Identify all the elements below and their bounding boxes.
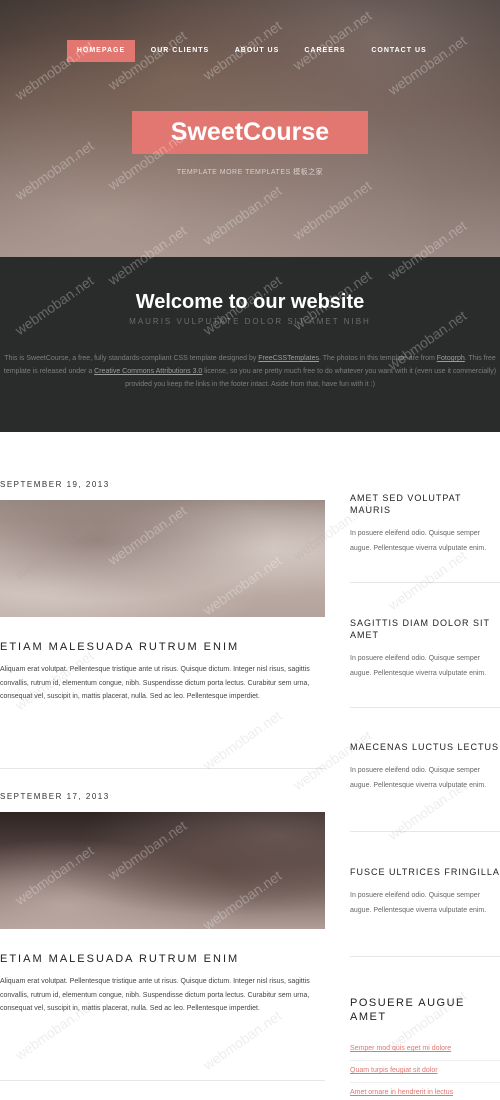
watermark-text: webmoban.net bbox=[385, 547, 470, 614]
post-title[interactable]: ETIAM MALESUADA RUTRUM ENIM bbox=[0, 953, 325, 965]
nav-item-contact-us[interactable]: CONTACT US bbox=[363, 40, 435, 62]
sidebar-item-title[interactable]: SAGITTIS DIAM DOLOR SIT AMET bbox=[350, 617, 500, 641]
post-divider bbox=[0, 768, 325, 769]
nav-item-about-us[interactable]: ABOUT US bbox=[226, 40, 288, 62]
sidebar-link[interactable]: Quam turpis feugiat sit dolor bbox=[350, 1067, 500, 1074]
sidebar-item-title[interactable]: MAECENAS LUCTUS LECTUS bbox=[350, 741, 500, 753]
sidebar-link[interactable]: Semper mod quis eget mi dolore bbox=[350, 1045, 500, 1052]
sidebar-item-title[interactable]: FUSCE ULTRICES FRINGILLA bbox=[350, 866, 500, 878]
welcome-text: This is SweetCourse, a free, fully stand… bbox=[0, 352, 500, 391]
sidebar-links-title: POSUERE AUGUE AMET bbox=[350, 997, 465, 1023]
post-image[interactable] bbox=[0, 500, 325, 617]
fotogrph-link[interactable]: Fotogrph bbox=[437, 355, 465, 362]
sidebar-divider bbox=[350, 707, 500, 708]
sidebar-link-divider bbox=[350, 1082, 500, 1083]
welcome-text-part: . The photos in this template are from bbox=[318, 355, 437, 362]
welcome-title: Welcome to our website bbox=[135, 291, 365, 313]
post-body: Aliquam erat volutpat. Pellentesque tris… bbox=[0, 978, 310, 1012]
blog-post: SEPTEMBER 19, 2013 ETIAM MALESUADA RUTRU… bbox=[0, 480, 325, 704]
sidebar-item-text: In posuere eleifend odio. Quisque semper… bbox=[350, 767, 487, 789]
sidebar-link[interactable]: Amet ornare in hendrerit in lectus bbox=[350, 1089, 500, 1096]
sidebar-divider bbox=[350, 956, 500, 957]
sidebar-item: FUSCE ULTRICES FRINGILLA In posuere elei… bbox=[350, 866, 500, 918]
welcome-text-part: , a free, fully standards-compliant CSS … bbox=[68, 355, 259, 362]
post-date: SEPTEMBER 17, 2013 bbox=[0, 792, 110, 801]
sidebar-divider bbox=[350, 831, 500, 832]
site-logo[interactable]: SweetCourse bbox=[132, 111, 368, 154]
main-nav: HOMEPAGE OUR CLIENTS ABOUT US CAREERS CO… bbox=[0, 40, 500, 62]
post-title[interactable]: ETIAM MALESUADA RUTRUM ENIM bbox=[0, 641, 325, 653]
post-image[interactable] bbox=[0, 812, 325, 929]
post-body: Aliquam erat volutpat. Pellentesque tris… bbox=[0, 666, 310, 700]
header-banner: HOMEPAGE OUR CLIENTS ABOUT US CAREERS CO… bbox=[0, 0, 500, 257]
sidebar-link-divider bbox=[350, 1060, 500, 1061]
watermark-text: webmoban.net bbox=[200, 1007, 285, 1074]
sidebar-item-text: In posuere eleifend odio. Quisque semper… bbox=[350, 530, 487, 552]
freecsstemplates-link[interactable]: FreeCSSTemplates bbox=[258, 355, 319, 362]
welcome-section: Welcome to our website MAURIS VULPUTATE … bbox=[0, 257, 500, 432]
watermark-text: webmoban.net bbox=[200, 707, 285, 774]
nav-item-careers[interactable]: CAREERS bbox=[296, 40, 354, 62]
post-date: SEPTEMBER 19, 2013 bbox=[0, 480, 110, 489]
welcome-subtitle: MAURIS VULPUTATE DOLOR SIT AMET NIBH bbox=[129, 317, 371, 326]
sidebar-divider bbox=[350, 582, 500, 583]
welcome-text-part: SweetCourse bbox=[26, 355, 69, 362]
site-tagline: TEMPLATE MORE TEMPLATES 模板之家 bbox=[176, 169, 324, 176]
nav-item-homepage[interactable]: HOMEPAGE bbox=[67, 40, 135, 62]
nav-item-our-clients[interactable]: OUR CLIENTS bbox=[143, 40, 217, 62]
sidebar-item: AMET SED VOLUTPAT MAURIS In posuere elei… bbox=[350, 492, 500, 556]
sidebar-item-text: In posuere eleifend odio. Quisque semper… bbox=[350, 655, 487, 677]
sidebar-item-text: In posuere eleifend odio. Quisque semper… bbox=[350, 892, 487, 914]
post-divider bbox=[0, 1080, 325, 1081]
sidebar-item-title[interactable]: AMET SED VOLUTPAT MAURIS bbox=[350, 492, 500, 516]
sidebar-item: SAGITTIS DIAM DOLOR SIT AMET In posuere … bbox=[350, 617, 500, 681]
welcome-text-part: This is bbox=[4, 355, 27, 362]
creative-commons-link[interactable]: Creative Commons Attributions 3.0 bbox=[94, 368, 202, 375]
blog-post: SEPTEMBER 17, 2013 ETIAM MALESUADA RUTRU… bbox=[0, 792, 325, 1016]
sidebar-item: MAECENAS LUCTUS LECTUS In posuere eleife… bbox=[350, 741, 500, 793]
